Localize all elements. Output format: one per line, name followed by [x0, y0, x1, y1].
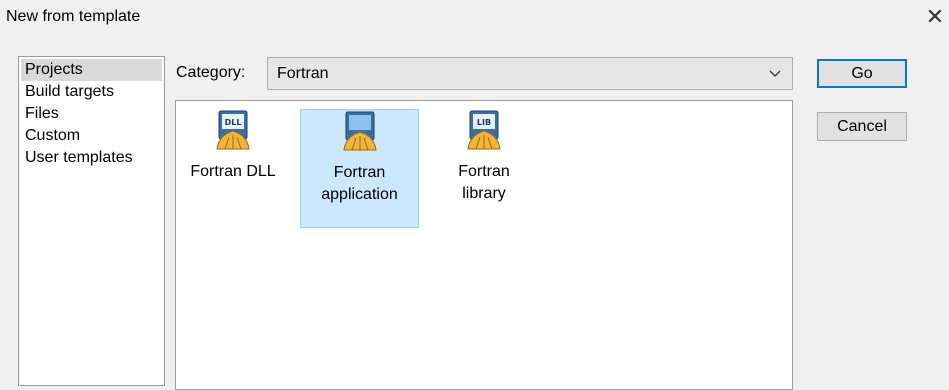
category-value: Fortran [277, 65, 329, 82]
template-label: Fortran application [321, 164, 398, 203]
template-fortran-library[interactable]: LIB Fortran library [434, 109, 534, 205]
sidebar-item-projects[interactable]: Projects [21, 59, 162, 81]
dll-badge: DLL [225, 118, 242, 127]
sidebar-item-build-targets[interactable]: Build targets [19, 81, 164, 103]
go-button[interactable]: Go [817, 59, 907, 88]
sidebar-item-custom[interactable]: Custom [19, 125, 164, 147]
fortran-library-icon: LIB [467, 110, 501, 150]
sidebar-item-files[interactable]: Files [19, 103, 164, 125]
template-fortran-application[interactable]: Fortran application [300, 109, 419, 228]
sidebar-item-user-templates[interactable]: User templates [19, 147, 164, 169]
template-label: Fortran DLL [190, 163, 276, 180]
close-icon[interactable]: ✕ [923, 2, 947, 32]
category-label: Category: [176, 64, 246, 81]
lib-badge: LIB [477, 118, 491, 127]
fortran-application-icon [342, 111, 377, 151]
category-select[interactable]: Fortran [267, 57, 793, 90]
dialog-title: New from template [6, 8, 141, 25]
chevron-down-icon [769, 70, 781, 77]
template-label: Fortran library [458, 163, 510, 202]
category-list: Projects Build targets Files Custom User… [18, 56, 165, 386]
cancel-button[interactable]: Cancel [817, 112, 907, 141]
template-list: DLL Fortran DLL Fortran application LIB … [175, 100, 793, 390]
template-fortran-dll[interactable]: DLL Fortran DLL [184, 109, 282, 183]
fortran-dll-icon: DLL [216, 110, 250, 150]
